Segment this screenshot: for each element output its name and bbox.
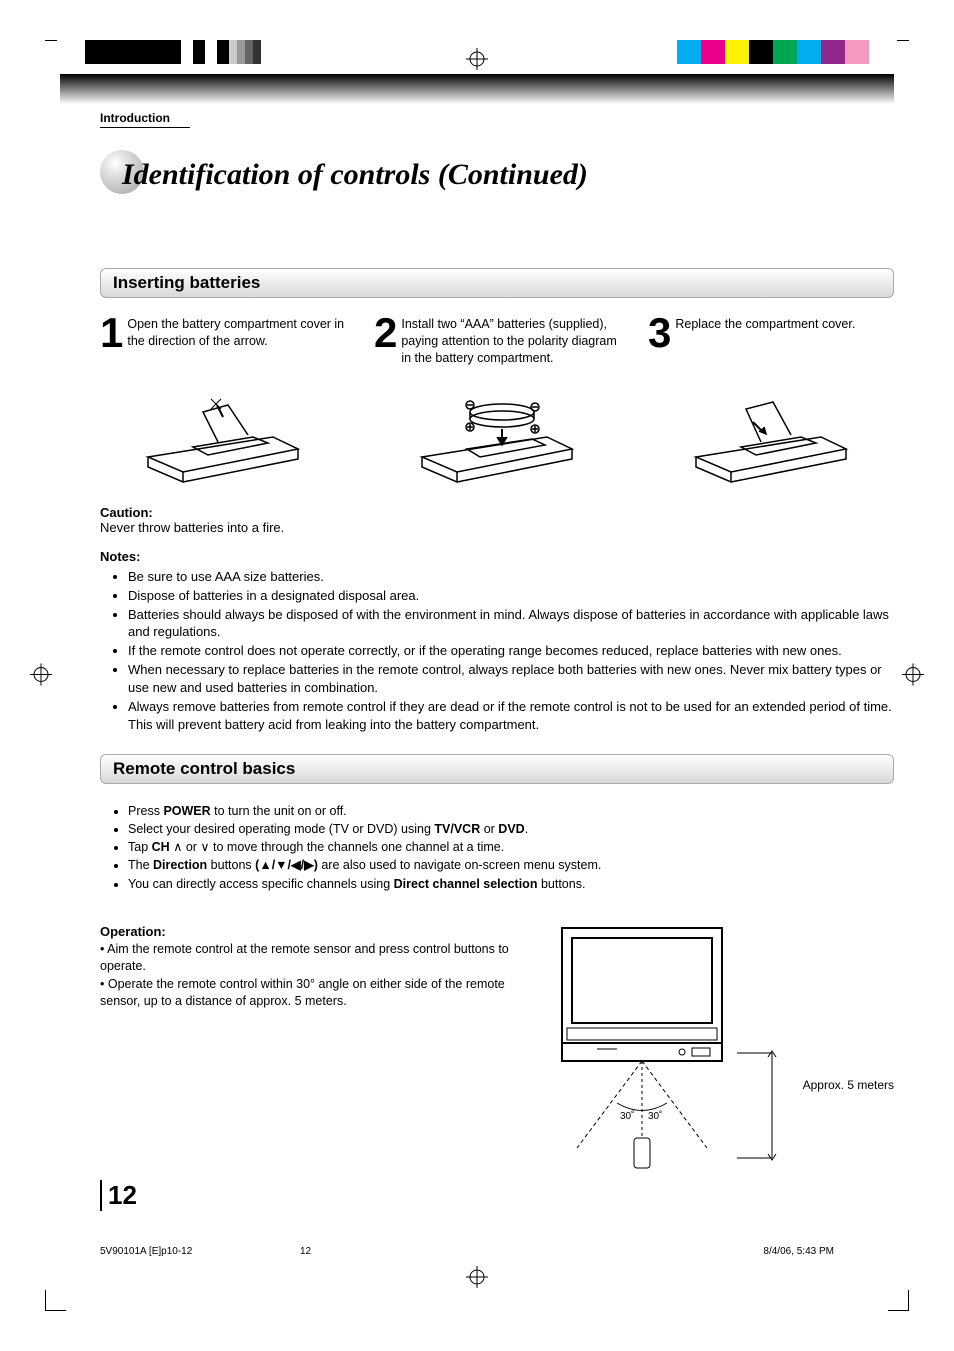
caution-text: Never throw batteries into a fire. xyxy=(100,520,284,535)
direction-arrows-icon: (▲/▼/◀/▶) xyxy=(255,858,318,872)
step-number-1: 1 xyxy=(100,316,123,350)
down-chevron-icon: ∨ xyxy=(200,840,213,854)
note-item: Dispose of batteries in a designated dis… xyxy=(128,587,894,605)
footer-file: 5V90101A [E]p10-12 xyxy=(100,1246,192,1257)
note-item: Be sure to use AAA size batteries. xyxy=(128,568,894,586)
operation-text-1: • Aim the remote control at the remote s… xyxy=(100,941,522,976)
header-gradient xyxy=(60,74,894,104)
range-diagram: 30˚ 30˚ Approx. 5 meters xyxy=(542,923,894,1176)
step-3: 3 Replace the compartment cover. xyxy=(648,316,894,367)
step-2: 2 Install two “AAA” batteries (supplied)… xyxy=(374,316,620,367)
caution-label: Caution: xyxy=(100,505,153,520)
section-heading-inserting-batteries: Inserting batteries xyxy=(100,268,894,298)
notes-label: Notes: xyxy=(100,549,140,564)
operation-text-2: • Operate the remote control within 30° … xyxy=(100,976,522,1011)
section-heading-remote-basics: Remote control basics xyxy=(100,754,894,784)
registration-mark-top-icon xyxy=(466,48,488,73)
step-number-2: 2 xyxy=(374,316,397,350)
basics-item: The Direction buttons (▲/▼/◀/▶) are also… xyxy=(128,856,894,874)
registration-mark-right-icon xyxy=(902,663,924,688)
step-1: 1 Open the battery compartment cover in … xyxy=(100,316,346,367)
step-text-3: Replace the compartment cover. xyxy=(675,316,855,333)
up-chevron-icon: ∧ xyxy=(173,840,186,854)
footer-datetime: 8/4/06, 5:43 PM xyxy=(763,1246,834,1257)
page-number: 12 xyxy=(100,1180,137,1211)
notes-list: Be sure to use AAA size batteries. Dispo… xyxy=(100,568,894,734)
angle-right-label: 30˚ xyxy=(648,1110,662,1122)
step-text-1: Open the battery compartment cover in th… xyxy=(127,316,346,350)
step-number-3: 3 xyxy=(648,316,671,350)
range-label: Approx. 5 meters xyxy=(803,1078,894,1092)
chapter-label: Introduction xyxy=(100,111,190,128)
registration-mark-left-icon xyxy=(30,663,52,688)
basics-item: Select your desired operating mode (TV o… xyxy=(128,820,894,838)
basics-list: Press POWER to turn the unit on or off. … xyxy=(100,802,894,893)
color-bar-left xyxy=(85,40,261,64)
page-title: Identification of controls (Continued) xyxy=(122,158,588,192)
basics-item: You can directly access specific channel… xyxy=(128,875,894,893)
battery-diagram-2 xyxy=(374,387,620,487)
basics-item: Tap CH ∧ or ∨ to move through the channe… xyxy=(128,838,894,856)
color-bar-right xyxy=(677,40,869,64)
angle-left-label: 30˚ xyxy=(620,1110,634,1122)
operation-label: Operation: xyxy=(100,923,522,941)
battery-diagram-3 xyxy=(648,387,894,487)
basics-item: Press POWER to turn the unit on or off. xyxy=(128,802,894,820)
registration-mark-bottom-icon xyxy=(466,1266,488,1291)
footer-page-sub: 12 xyxy=(300,1246,311,1257)
note-item: Always remove batteries from remote cont… xyxy=(128,698,894,734)
battery-diagram-1 xyxy=(100,387,346,487)
note-item: If the remote control does not operate c… xyxy=(128,642,894,660)
note-item: When necessary to replace batteries in t… xyxy=(128,661,894,697)
note-item: Batteries should always be disposed of w… xyxy=(128,606,894,642)
step-text-2: Install two “AAA” batteries (supplied), … xyxy=(401,316,620,367)
